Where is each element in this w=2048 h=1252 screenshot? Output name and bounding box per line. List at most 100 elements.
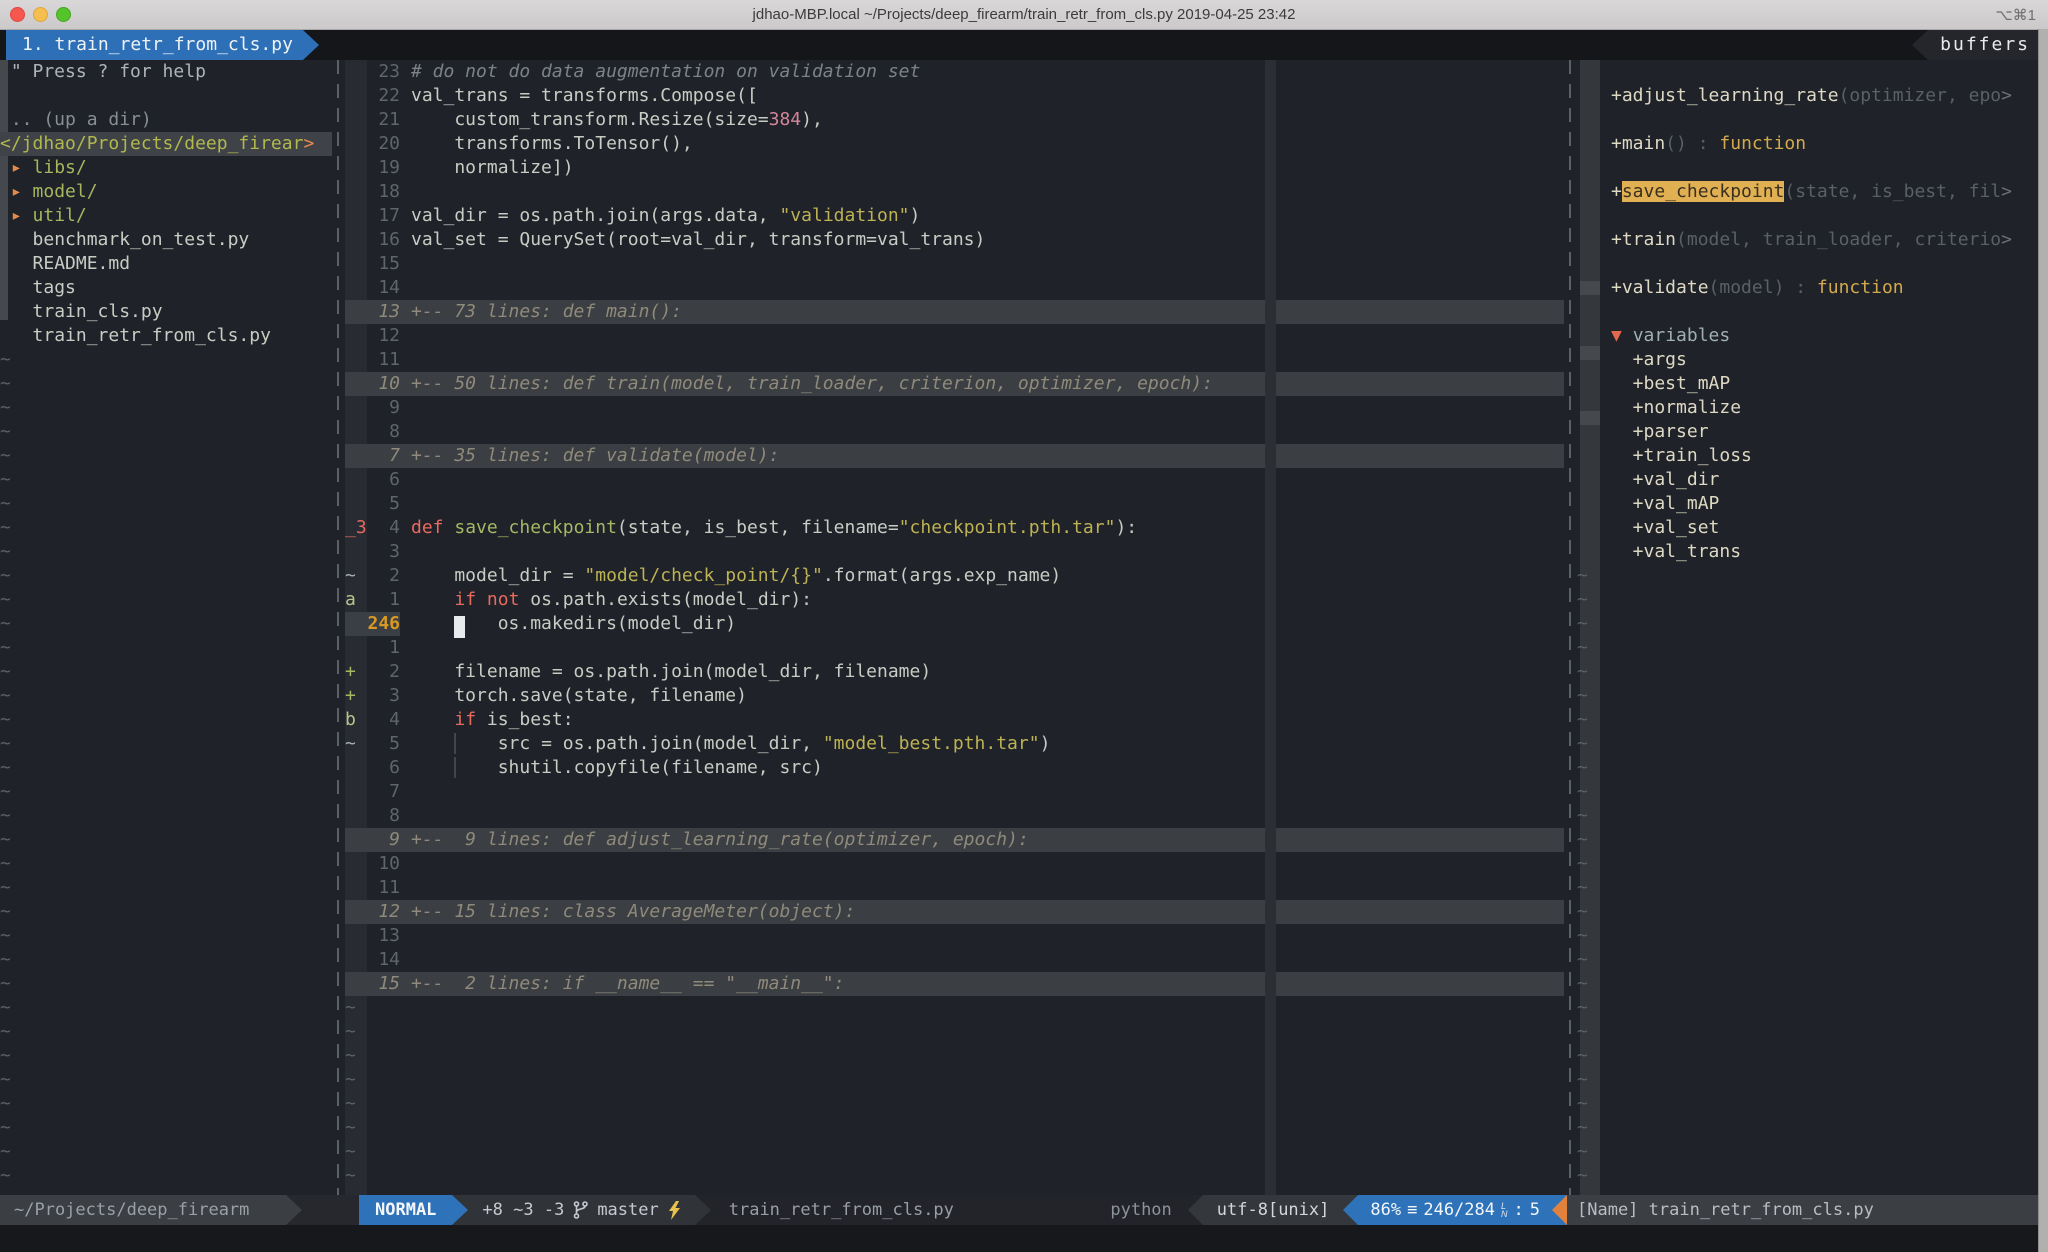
line-number: 12 <box>367 900 400 924</box>
code-line[interactable]: 1 <box>345 636 1564 660</box>
code-line[interactable]: 7 <box>345 780 1564 804</box>
text-seg: ) <box>910 205 921 226</box>
code-line[interactable]: 18 <box>345 180 1564 204</box>
command-line[interactable] <box>0 1225 2048 1252</box>
code-line[interactable]: 11 <box>345 876 1564 900</box>
tag-item[interactable] <box>1577 108 2048 132</box>
tree-item[interactable]: ▸ util/ <box>0 204 332 228</box>
code-line[interactable]: 16val_set = QuerySet(root=val_dir, trans… <box>345 228 1564 252</box>
close-button[interactable] <box>10 7 25 22</box>
code-line[interactable]: 20 transforms.ToTensor(), <box>345 132 1564 156</box>
tree-item[interactable]: README.md <box>0 252 332 276</box>
text-seg <box>411 613 454 634</box>
tag-item[interactable]: +parser <box>1577 420 2048 444</box>
code-line[interactable]: 6 <box>345 468 1564 492</box>
tagbar-statusline: [Name] train_retr_from_cls.py <box>1567 1195 2048 1225</box>
code-line[interactable]: 12 <box>345 324 1564 348</box>
empty-line-tilde: ~ <box>0 420 332 444</box>
code-line[interactable]: 23# do not do data augmentation on valid… <box>345 60 1564 84</box>
tag-item[interactable] <box>1577 156 2048 180</box>
tag-item[interactable]: +args <box>1577 348 2048 372</box>
code-line[interactable]: 6 shutil.copyfile(filename, src) <box>345 756 1564 780</box>
tag-item[interactable]: +save_checkpoint(state, is_best, fil> <box>1577 180 2048 204</box>
folded-code-line[interactable]: 13+-- 73 lines: def main(): <box>345 300 1564 324</box>
tag-item[interactable]: +val_trans <box>1577 540 2048 564</box>
code-line[interactable]: 5 <box>345 492 1564 516</box>
gutter-cell <box>345 348 367 372</box>
tag-item[interactable]: +val_dir <box>1577 468 2048 492</box>
code-line[interactable]: ~2 model_dir = "model/check_point/{}".fo… <box>345 564 1564 588</box>
code-line[interactable]: +3 torch.save(state, filename) <box>345 684 1564 708</box>
tree-item[interactable]: .. (up a dir) <box>0 108 332 132</box>
gutter-cell <box>345 828 367 852</box>
tag-item[interactable] <box>1577 60 2048 84</box>
tree-item[interactable]: benchmark_on_test.py <box>0 228 332 252</box>
tag-item[interactable] <box>1577 204 2048 228</box>
tag-item[interactable]: +adjust_learning_rate(optimizer, epo> <box>1577 84 2048 108</box>
tree-item[interactable]: train_cls.py <box>0 300 332 324</box>
tag-item[interactable]: +val_mAP <box>1577 492 2048 516</box>
terminal-scrollbar[interactable] <box>2038 29 2048 1252</box>
tree-item[interactable]: " Press ? for help <box>0 60 332 84</box>
buffers-label[interactable]: buffers <box>1928 30 2048 60</box>
folded-code-line[interactable]: 12+-- 15 lines: class AverageMeter(objec… <box>345 900 1564 924</box>
code-line[interactable]: b4 if is_best: <box>345 708 1564 732</box>
code-line[interactable]: _34def save_checkpoint(state, is_best, f… <box>345 516 1564 540</box>
tag-item[interactable]: +main() : function <box>1577 132 2048 156</box>
tag-item[interactable] <box>1577 252 2048 276</box>
code-line[interactable]: +2 filename = os.path.join(model_dir, fi… <box>345 660 1564 684</box>
tag-item[interactable]: +validate(model) : function <box>1577 276 2048 300</box>
tree-item[interactable]: ▸ model/ <box>0 180 332 204</box>
code-line[interactable]: 22val_trans = transforms.Compose([ <box>345 84 1564 108</box>
tree-root-item[interactable]: </jdhao/Projects/deep_firear> <box>0 132 332 156</box>
code-line[interactable]: a1 if not os.path.exists(model_dir): <box>345 588 1564 612</box>
folded-code-line[interactable]: 9+-- 9 lines: def adjust_learning_rate(o… <box>345 828 1564 852</box>
empty-line-tilde: ~ <box>1577 804 2048 828</box>
code-line[interactable]: 13 <box>345 924 1564 948</box>
folded-code-line[interactable]: 10+-- 50 lines: def train(model, train_l… <box>345 372 1564 396</box>
line-number: 13 <box>367 924 400 948</box>
code-line[interactable]: 14 <box>345 276 1564 300</box>
code-line[interactable]: 21 custom_transform.Resize(size=384), <box>345 108 1564 132</box>
folded-code-line[interactable]: 15+-- 2 lines: if __name__ == "__main__"… <box>345 972 1564 996</box>
empty-line-tilde: ~ <box>1577 900 2048 924</box>
line-number: 19 <box>367 156 400 180</box>
tab-train-retr-from-cls[interactable]: 1. train_retr_from_cls.py <box>6 30 303 60</box>
code-line[interactable]: ~5 src = os.path.join(model_dir, "model_… <box>345 732 1564 756</box>
tree-item-label <box>0 157 11 178</box>
code-line[interactable]: 11 <box>345 348 1564 372</box>
folded-code-line[interactable]: 7+-- 35 lines: def validate(model): <box>345 444 1564 468</box>
gutter-cell <box>345 636 367 660</box>
line-number: 5 <box>367 492 400 516</box>
code-line[interactable]: 8 <box>345 804 1564 828</box>
tag-item[interactable]: +normalize <box>1577 396 2048 420</box>
code-line[interactable]: 3 <box>345 540 1564 564</box>
tree-item[interactable]: tags <box>0 276 332 300</box>
tag-item[interactable]: +val_set <box>1577 516 2048 540</box>
code-line[interactable]: 10 <box>345 852 1564 876</box>
line-number: 11 <box>367 876 400 900</box>
code-text: val_set = QuerySet(root=val_dir, transfo… <box>411 228 1564 252</box>
code-line[interactable]: 8 <box>345 420 1564 444</box>
tree-item[interactable]: ▸ libs/ <box>0 156 332 180</box>
tag-item[interactable]: +train_loss <box>1577 444 2048 468</box>
minimize-button[interactable] <box>33 7 48 22</box>
code-line[interactable]: 246 os.makedirs(model_dir) <box>345 612 1564 636</box>
tag-item[interactable] <box>1577 300 2048 324</box>
empty-line-tilde: ~ <box>0 1092 332 1116</box>
code-line[interactable]: 19 normalize]) <box>345 156 1564 180</box>
tree-item-label <box>0 229 33 250</box>
zoom-button[interactable] <box>56 7 71 22</box>
tree-item[interactable]: train_retr_from_cls.py <box>0 324 332 348</box>
code-text: def save_checkpoint(state, is_best, file… <box>411 516 1564 540</box>
tag-item[interactable]: ▼ variables <box>1577 324 2048 348</box>
code-line[interactable]: 15 <box>345 252 1564 276</box>
empty-line-tilde: ~ <box>1577 876 2048 900</box>
tree-item[interactable] <box>0 84 332 108</box>
text-seg: torch.save(state, filename) <box>411 685 747 706</box>
tag-item[interactable]: +best_mAP <box>1577 372 2048 396</box>
code-line[interactable]: 17val_dir = os.path.join(args.data, "val… <box>345 204 1564 228</box>
code-line[interactable]: 14 <box>345 948 1564 972</box>
code-line[interactable]: 9 <box>345 396 1564 420</box>
tag-item[interactable]: +train(model, train_loader, criterio> <box>1577 228 2048 252</box>
